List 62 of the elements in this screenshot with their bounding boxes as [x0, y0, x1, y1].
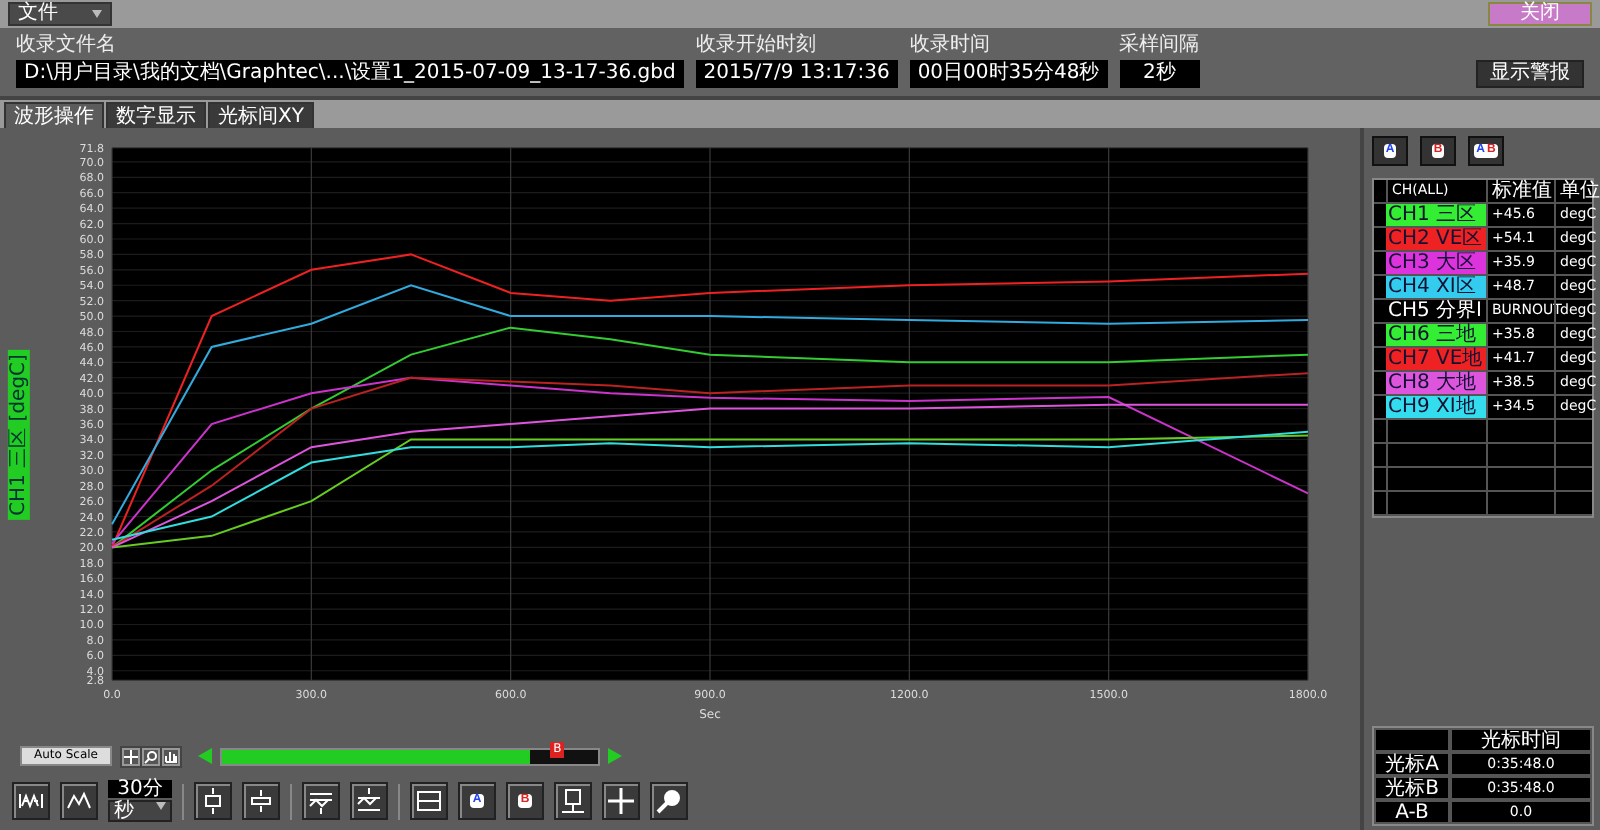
pan-button[interactable]: [161, 747, 180, 765]
field-label: 收录文件名: [16, 34, 118, 58]
field-value: 2秒: [1119, 60, 1200, 88]
tab[interactable]: 波形操作: [4, 102, 104, 128]
channel-label: CH4 XI区: [1386, 276, 1486, 298]
field-value: 2015/7/9 13:17:36: [695, 60, 898, 88]
vertical-expand-icon: [200, 788, 226, 814]
wave-stack-icon: [356, 788, 382, 814]
search-icon: [656, 788, 682, 814]
tool-button[interactable]: [650, 782, 688, 820]
alarm-display-button[interactable]: 显示警报: [1476, 60, 1584, 88]
tool-button[interactable]: [410, 782, 448, 820]
zoom-in-button[interactable]: [121, 747, 140, 765]
caret-icon: [92, 10, 102, 18]
channel-label: CH8 大地: [1386, 372, 1486, 394]
channel-label: CH3 大区: [1386, 252, 1486, 274]
channel-label: CH6 三地: [1386, 324, 1486, 346]
compress-wave-icon: [18, 788, 44, 814]
tool-button[interactable]: [60, 782, 98, 820]
field-label: 收录开始时刻: [695, 34, 818, 58]
tool-button[interactable]: [350, 782, 388, 820]
tab[interactable]: 光标间XY: [208, 102, 314, 128]
monitor-icon: [560, 788, 586, 814]
table-corner: [1374, 728, 1450, 752]
tool-button[interactable]: [242, 782, 280, 820]
hand-icon: [163, 749, 178, 763]
zoom-button[interactable]: [141, 747, 160, 765]
row-header: 光标A: [1374, 752, 1450, 776]
split-view-icon: [416, 788, 442, 814]
column-header: 标准值: [1486, 180, 1554, 202]
field-value: D:\用户目录\我的文档\Graphtec\...\设置1_2015-07-09_13-17-36.gbd: [16, 60, 684, 88]
tool-button[interactable]: [194, 782, 232, 820]
channel-label: CH9 XI地: [1386, 396, 1486, 418]
wave-offset-icon: [308, 788, 334, 814]
row-header: 光标B: [1374, 776, 1450, 800]
row-header: A-B: [1374, 800, 1450, 824]
channel-label: CH2 VE区: [1386, 228, 1486, 250]
file-menu[interactable]: 文件: [8, 2, 112, 26]
span-value: 30分: [108, 780, 172, 798]
vertical-shrink-icon: [248, 788, 274, 814]
scroll-right-icon[interactable]: [607, 748, 622, 764]
column-header: 单位: [1554, 180, 1600, 202]
plus-icon: [123, 749, 138, 763]
column-header: 光标时间: [1450, 728, 1592, 752]
field-label: 收录时间: [909, 34, 992, 58]
tool-button[interactable]: [554, 782, 592, 820]
y-axis-label: CH1 三区 [degC]: [7, 349, 29, 519]
tool-button[interactable]: [12, 782, 50, 820]
search-icon: [143, 749, 158, 763]
tab[interactable]: 数字显示: [106, 102, 206, 128]
tool-button[interactable]: [602, 782, 640, 820]
crosshair-icon: [608, 788, 634, 814]
scroll-left-icon[interactable]: [197, 748, 212, 764]
unit-dropdown[interactable]: 秒: [108, 800, 172, 822]
expand-wave-icon: [66, 788, 92, 814]
field-label: 采样间隔: [1119, 34, 1200, 58]
caret-icon: [156, 802, 166, 810]
field-value: 00日00时35分48秒: [909, 60, 1108, 88]
channel-label: CH7 VE地: [1386, 348, 1486, 370]
channel-label: CH5 分界I: [1386, 300, 1486, 322]
tool-button[interactable]: [302, 782, 340, 820]
channel-label: CH1 三区: [1386, 204, 1486, 226]
